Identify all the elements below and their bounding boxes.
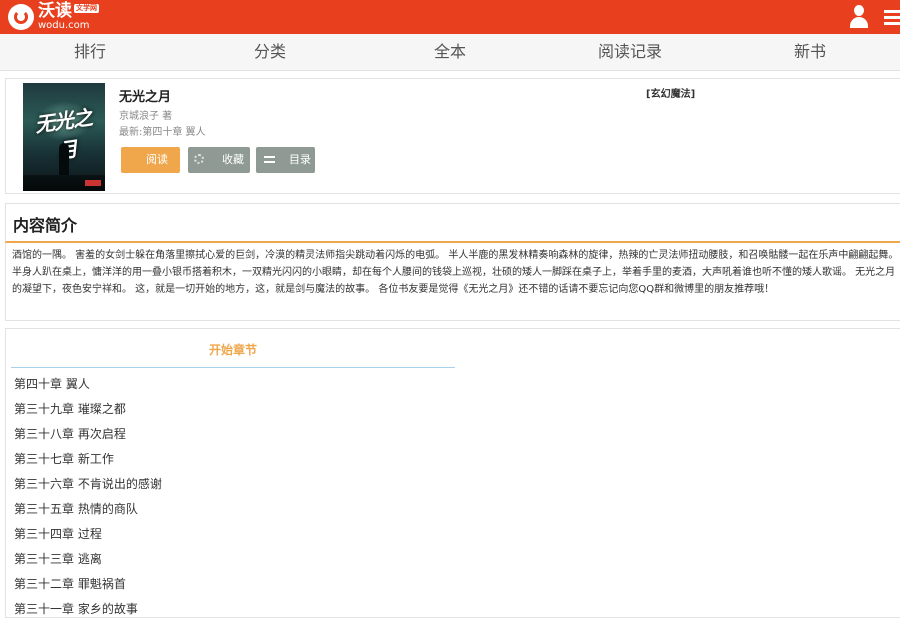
logo-domain: wodu.com: [38, 20, 90, 31]
chapter-section: 开始章节 第四十章 翼人 第三十九章 璀璨之都 第三十八章 再次启程 第三十七章…: [5, 328, 900, 618]
chapter-list: 第四十章 翼人 第三十九章 璀璨之都 第三十八章 再次启程 第三十七章 新工作 …: [14, 372, 454, 622]
nav-item-ranking[interactable]: 排行: [0, 34, 180, 70]
book-cover[interactable]: 无光之月: [23, 83, 105, 191]
book-author[interactable]: 京城浪子 著: [119, 107, 172, 122]
nav-item-new[interactable]: 新书: [720, 34, 900, 70]
intro-header: 内容简介: [5, 203, 900, 243]
gear-icon: [194, 154, 204, 164]
collect-button[interactable]: 收藏: [188, 147, 250, 173]
chapter-item[interactable]: 第四十章 翼人: [14, 372, 454, 397]
chapter-item[interactable]: 第三十六章 不肯说出的感谢: [14, 472, 454, 497]
chapter-item[interactable]: 第三十五章 热情的商队: [14, 497, 454, 522]
start-chapter-link[interactable]: 开始章节: [11, 341, 455, 368]
genre-label: [玄幻魔法]: [646, 89, 696, 100]
chapter-item[interactable]: 第三十二章 罪魁祸首: [14, 572, 454, 597]
read-button[interactable]: 阅读: [121, 147, 180, 173]
chapter-item[interactable]: 第三十七章 新工作: [14, 447, 454, 472]
book-title: 无光之月: [119, 90, 172, 105]
nav-item-category[interactable]: 分类: [180, 34, 360, 70]
chapter-item[interactable]: 第三十九章 璀璨之都: [14, 397, 454, 422]
chapter-item[interactable]: 第三十八章 再次启程: [14, 422, 454, 447]
main-nav: 排行 分类 全本 阅读记录 新书: [0, 34, 900, 71]
toc-button[interactable]: 目录: [256, 147, 315, 173]
logo-title: 沃读: [38, 1, 72, 21]
top-bar: 沃读 文学网 wodu.com: [0, 0, 900, 34]
latest-chapter[interactable]: 最新:第四十章 翼人: [119, 123, 206, 138]
site-logo[interactable]: 沃读 文学网 wodu.com: [8, 3, 99, 31]
menu-icon[interactable]: [884, 9, 900, 25]
book-info-card: 无光之月 无光之月 京城浪子 著 最新:第四十章 翼人 [玄幻魔法] 阅读 收藏…: [5, 78, 900, 194]
user-icon[interactable]: [848, 5, 870, 29]
chapter-item[interactable]: 第三十四章 过程: [14, 522, 454, 547]
collect-button-label: 收藏: [222, 153, 244, 166]
intro-text: 酒馆的一隅。 害羞的女剑士躲在角落里擦拭心爱的巨剑，冷漠的精灵法师指尖跳动着闪烁…: [12, 250, 899, 295]
list-icon: [264, 156, 275, 164]
intro-heading: 内容简介: [13, 216, 78, 235]
logo-badge: 文学网: [74, 4, 99, 13]
chapter-item[interactable]: 第三十三章 逃离: [14, 547, 454, 572]
toc-button-label: 目录: [289, 153, 311, 166]
nav-item-history[interactable]: 阅读记录: [540, 34, 720, 70]
read-button-label: 阅读: [146, 153, 168, 166]
logo-mark-icon: [8, 4, 34, 30]
nav-item-complete[interactable]: 全本: [360, 34, 540, 70]
chapter-item[interactable]: 第三十一章 家乡的故事: [14, 597, 454, 622]
intro-box: 酒馆的一隅。 害羞的女剑士躲在角落里擦拭心爱的巨剑，冷漠的精灵法师指尖跳动着闪烁…: [5, 243, 900, 321]
